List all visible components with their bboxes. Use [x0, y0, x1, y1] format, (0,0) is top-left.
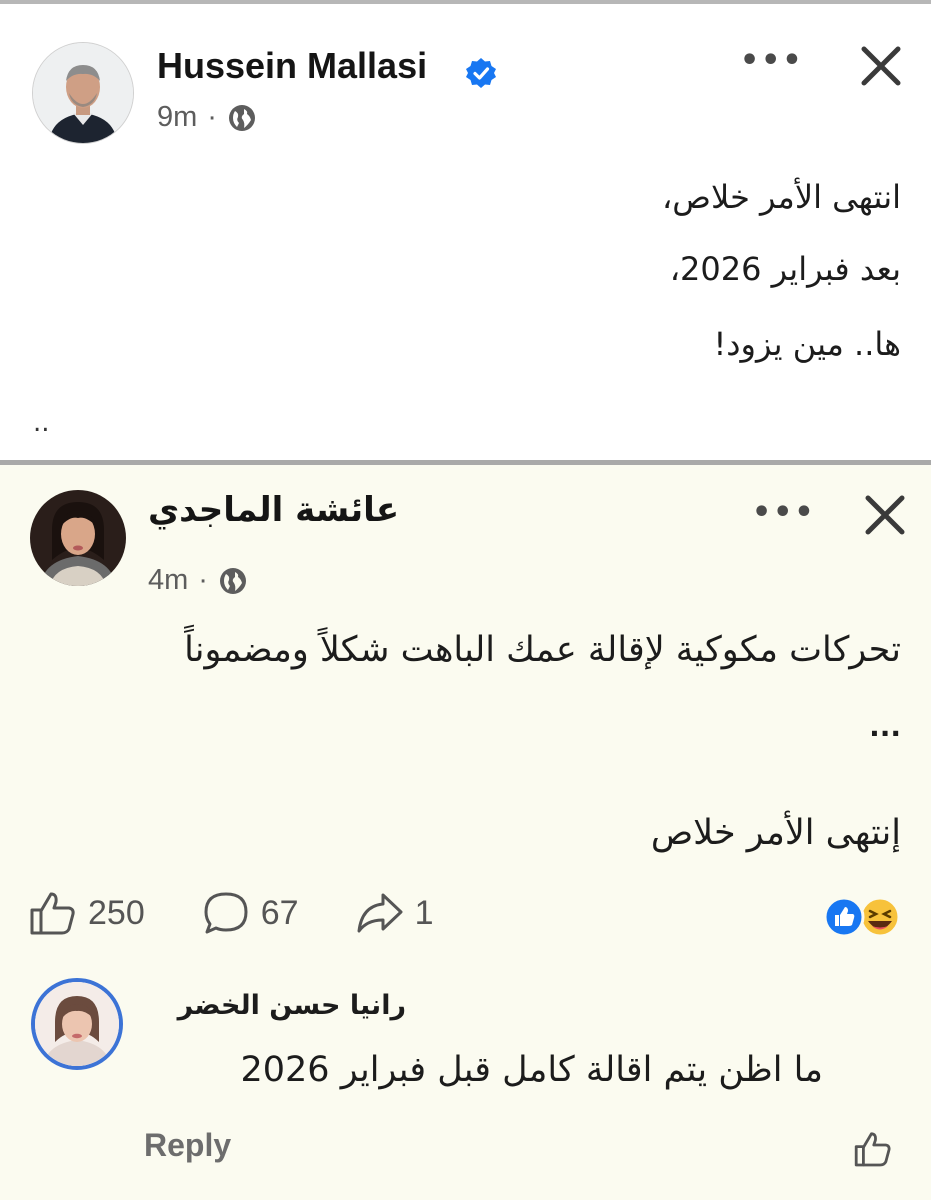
comment-text: ما اظن يتم اقالة كامل قبل فبراير 2026: [240, 1050, 824, 1090]
globe-icon: [228, 104, 255, 131]
author-avatar[interactable]: [32, 42, 134, 144]
meta-separator: ·: [198, 564, 208, 596]
shared-post-meta: 4m ·: [148, 564, 248, 597]
shared-author-avatar[interactable]: [30, 490, 126, 586]
main-post: Hussein Mallasi 9m · ••• انتهى الأمر خلا…: [0, 10, 931, 460]
post-text-line: بعد فبراير 2026،: [669, 250, 901, 288]
shared-author-name[interactable]: عائشة الماجدي: [148, 490, 399, 530]
meta-separator: ·: [207, 101, 217, 133]
like-button[interactable]: 250: [28, 890, 145, 936]
share-count: 1: [414, 893, 434, 932]
comment-button[interactable]: 67: [201, 890, 299, 936]
author-name[interactable]: Hussein Mallasi: [157, 45, 427, 87]
comment-icon: [204, 892, 248, 934]
share-icon: [357, 893, 403, 933]
globe-icon: [219, 567, 246, 594]
close-icon[interactable]: [862, 492, 908, 538]
post-meta: 9m ·: [157, 101, 257, 134]
post-time[interactable]: 9m: [157, 101, 197, 134]
verified-badge-icon: [466, 58, 496, 88]
shared-post-text-line: إنتهى الأمر خلاص: [650, 813, 901, 853]
close-icon[interactable]: [858, 43, 904, 89]
comment-like-icon[interactable]: [853, 1129, 893, 1169]
like-reaction-icon: [823, 896, 865, 938]
commenter-avatar[interactable]: [31, 978, 123, 1070]
commenter-name[interactable]: رانيا حسن الخضر: [178, 990, 406, 1021]
shared-post-time[interactable]: 4m: [148, 564, 188, 597]
more-options-icon[interactable]: •••: [752, 495, 816, 530]
post-text-line: ها.. مين يزود!: [713, 325, 901, 363]
post-text-line: انتهى الأمر خلاص،: [661, 178, 901, 216]
like-icon: [30, 892, 75, 935]
share-button[interactable]: 1: [355, 890, 434, 936]
shared-post-text-line: تحركات مكوكية لإقالة عمك الباهت شكلاً وم…: [184, 630, 901, 670]
comment-count: 67: [260, 893, 299, 932]
engagement-bar: 250 67 1: [28, 890, 433, 936]
haha-reaction-icon: [859, 896, 901, 938]
like-count: 250: [88, 893, 145, 932]
shared-post-ellipsis: ...: [869, 710, 901, 743]
shared-post: عائشة الماجدي 4m · ••• تحركات مكوكية لإق…: [0, 465, 931, 1200]
post-trailing-dots: ..: [33, 408, 50, 438]
top-border: [0, 0, 931, 10]
reactions-summary[interactable]: [820, 895, 904, 939]
more-options-icon[interactable]: •••: [740, 43, 804, 78]
reply-button[interactable]: Reply: [144, 1127, 231, 1164]
